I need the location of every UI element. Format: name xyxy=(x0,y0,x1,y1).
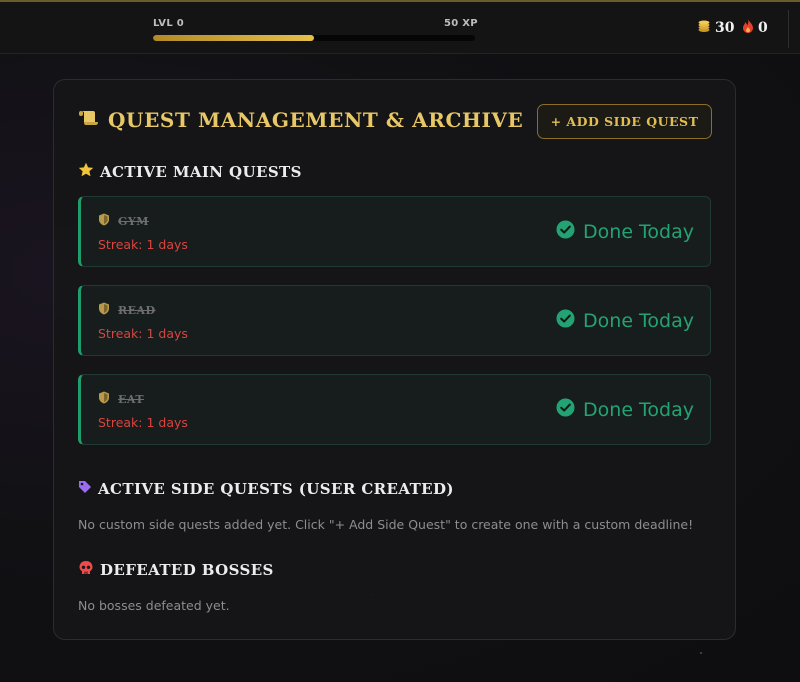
main-quest-card: EAT Streak: 1 days Done Today xyxy=(78,374,711,445)
topbar-divider xyxy=(788,10,789,48)
coins-icon xyxy=(697,19,711,37)
done-today-text: Done Today xyxy=(583,221,694,243)
quest-name: GYM xyxy=(98,213,149,229)
quest-name-text: GYM xyxy=(118,214,149,228)
done-today-status: Done Today xyxy=(556,309,694,333)
scroll-icon xyxy=(78,108,100,132)
shield-icon xyxy=(98,391,110,407)
panel-title-text: QUEST MANAGEMENT & ARCHIVE xyxy=(108,108,524,132)
skull-icon xyxy=(78,560,94,580)
done-today-status: Done Today xyxy=(556,220,694,244)
quest-streak: Streak: 1 days xyxy=(98,415,188,430)
add-side-quest-button[interactable]: + ADD SIDE QUEST xyxy=(537,104,712,139)
fire-icon xyxy=(742,19,754,37)
quest-name: EAT xyxy=(98,391,144,407)
quest-streak: Streak: 1 days xyxy=(98,237,188,252)
shield-icon xyxy=(98,302,110,318)
bosses-empty-text: No bosses defeated yet. xyxy=(78,598,230,613)
streak-counter: 0 xyxy=(742,19,768,37)
side-quests-heading: ACTIVE SIDE QUESTS (USER CREATED) xyxy=(78,480,454,498)
coins-value: 30 xyxy=(715,20,735,36)
quest-name: READ xyxy=(98,302,156,318)
top-bar: LVL 0 50 XP 30 0 xyxy=(0,0,800,54)
bosses-heading-text: DEFEATED BOSSES xyxy=(100,561,274,579)
done-today-text: Done Today xyxy=(583,310,694,332)
dust-particle xyxy=(700,652,702,654)
quest-management-panel: QUEST MANAGEMENT & ARCHIVE + ADD SIDE QU… xyxy=(53,79,736,640)
quest-name-text: EAT xyxy=(118,392,145,406)
panel-title: QUEST MANAGEMENT & ARCHIVE xyxy=(78,108,523,132)
xp-label: 50 XP xyxy=(444,18,478,29)
coins-counter: 30 xyxy=(697,19,734,37)
quest-streak: Streak: 1 days xyxy=(98,326,188,341)
check-circle-icon xyxy=(556,220,575,244)
shield-icon xyxy=(98,213,110,229)
check-circle-icon xyxy=(556,398,575,422)
quest-name-text: READ xyxy=(118,303,156,317)
main-quests-heading: ACTIVE MAIN QUESTS xyxy=(78,162,302,182)
side-quests-heading-text: ACTIVE SIDE QUESTS (USER CREATED) xyxy=(98,480,454,498)
bosses-heading: DEFEATED BOSSES xyxy=(78,560,274,580)
side-quests-empty-text: No custom side quests added yet. Click "… xyxy=(78,517,694,532)
xp-progress-bar xyxy=(153,35,475,41)
level-label: LVL 0 xyxy=(153,18,185,29)
xp-progress-fill xyxy=(153,35,314,41)
streak-value: 0 xyxy=(758,20,768,36)
done-today-status: Done Today xyxy=(556,398,694,422)
main-quests-heading-text: ACTIVE MAIN QUESTS xyxy=(100,163,302,181)
main-quest-card: READ Streak: 1 days Done Today xyxy=(78,285,711,356)
star-icon xyxy=(78,162,94,182)
done-today-text: Done Today xyxy=(583,399,694,421)
check-circle-icon xyxy=(556,309,575,333)
tag-icon xyxy=(78,480,92,498)
main-quest-card: GYM Streak: 1 days Done Today xyxy=(78,196,711,267)
